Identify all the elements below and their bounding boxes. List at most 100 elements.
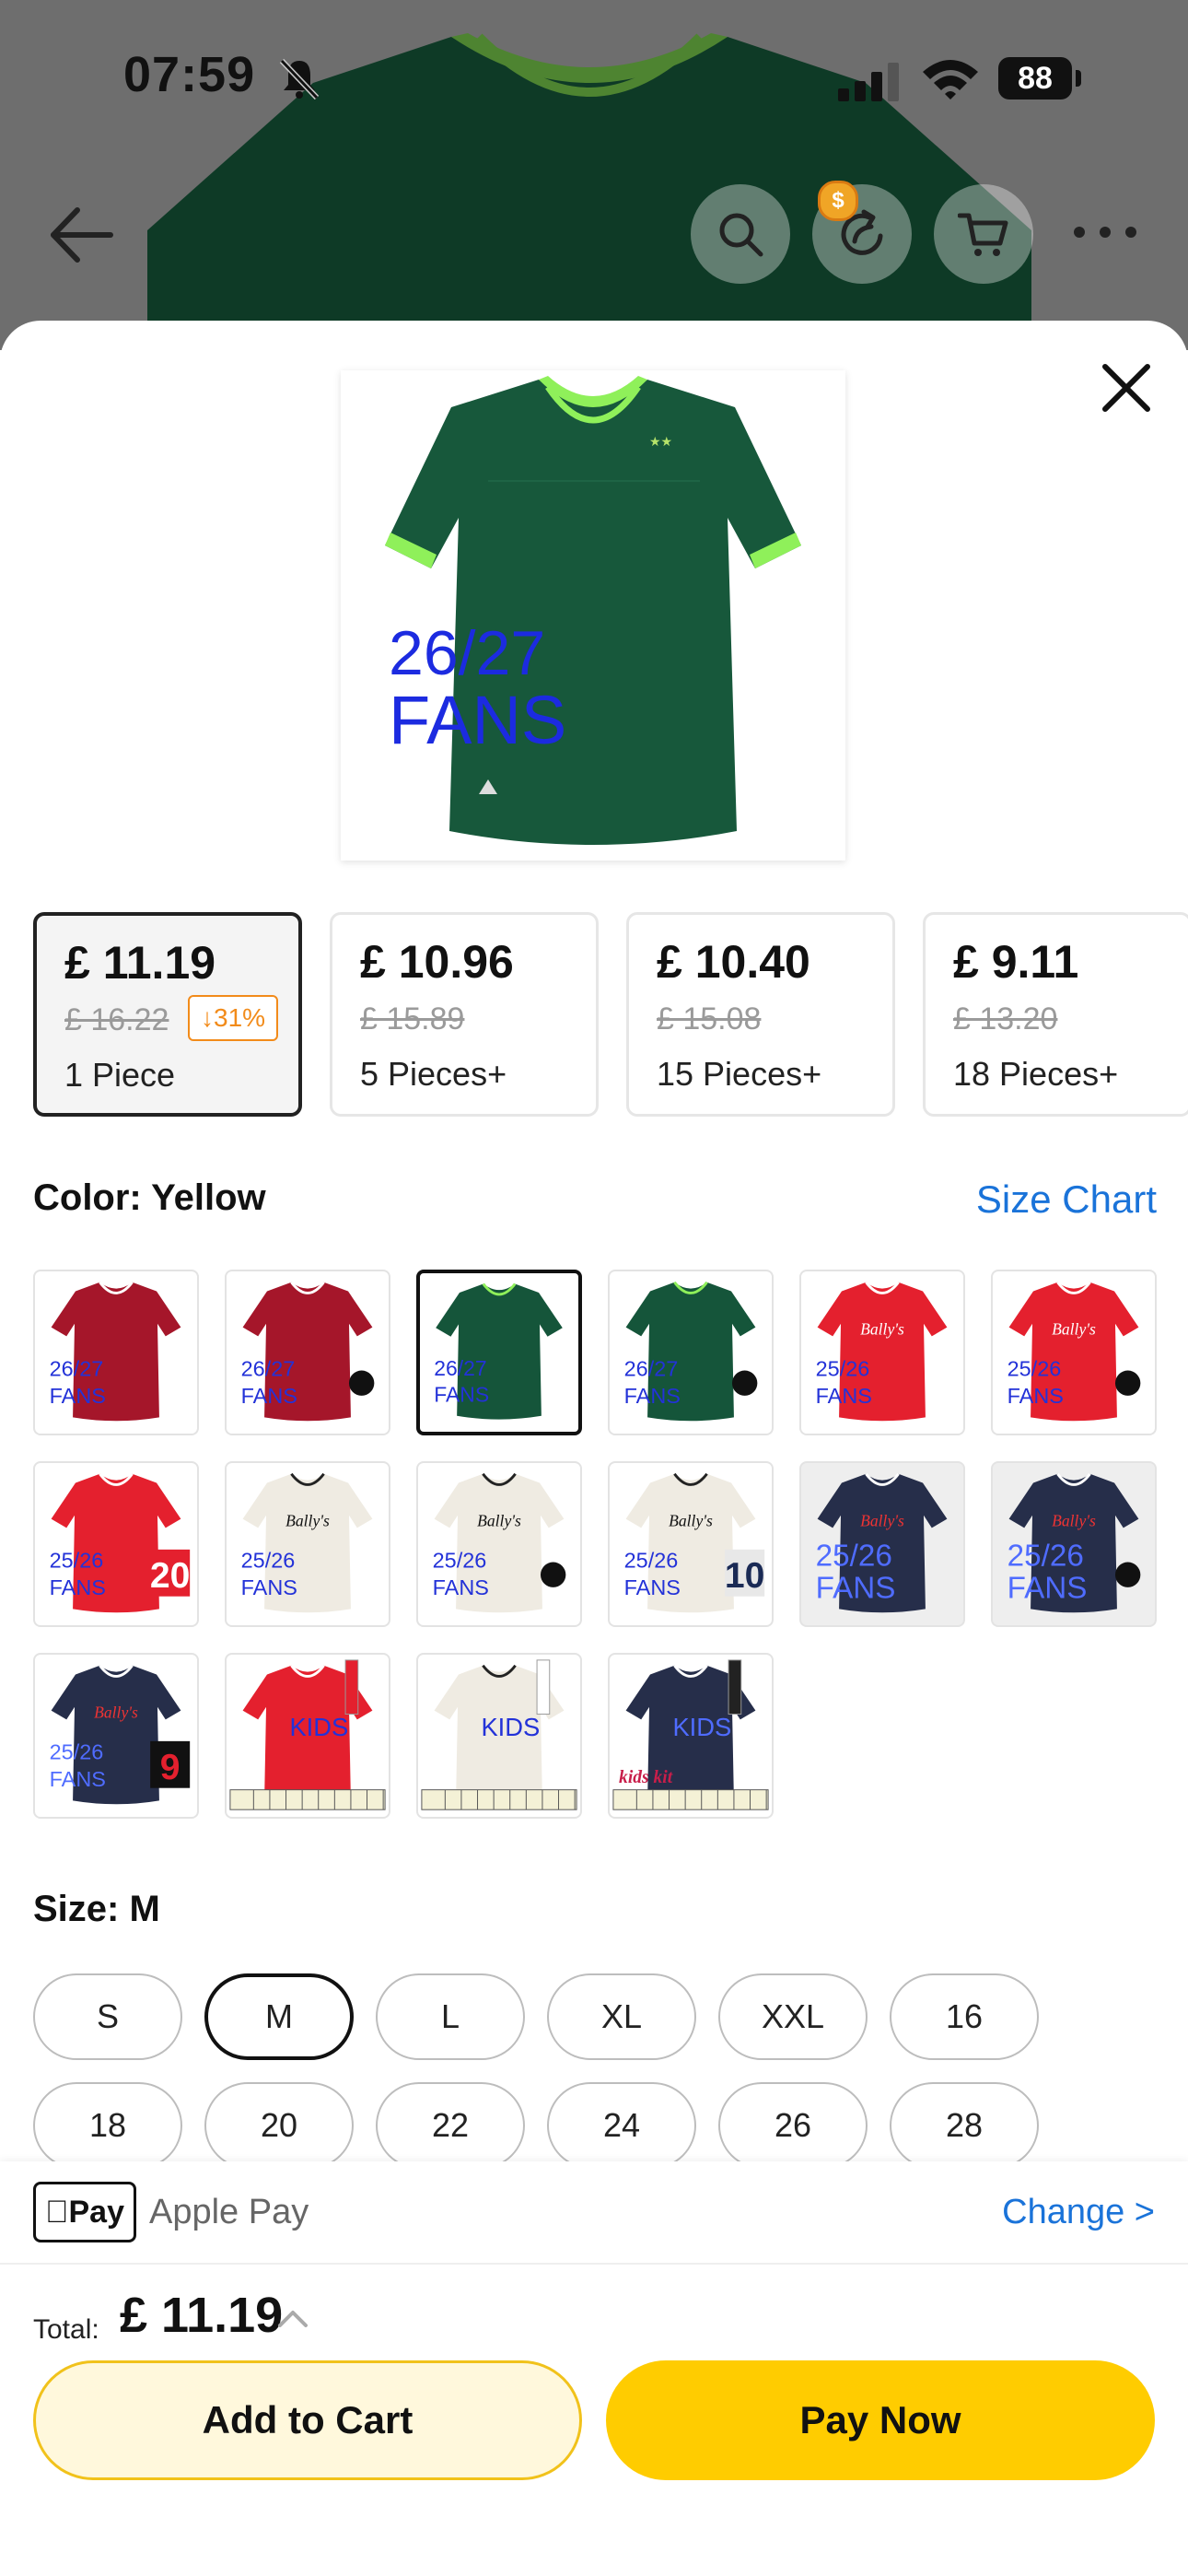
tier-price: £ 10.96 xyxy=(360,936,514,988)
size-option-28[interactable]: 28 xyxy=(890,2082,1039,2169)
swatch-label-text: 25/26 xyxy=(816,1356,870,1380)
payment-method-row[interactable]: Pay Apple Pay Change > xyxy=(0,2161,1188,2265)
swatch-label-text: FANS xyxy=(241,1575,297,1599)
color-swatch[interactable]: Bally's 25/26 FANS xyxy=(225,1461,390,1627)
swatch-label-text: FANS xyxy=(816,1572,896,1606)
product-image[interactable]: ★★ 26/27 FANS xyxy=(341,370,845,861)
swatch-sponsor-text: Bally's xyxy=(94,1703,138,1721)
color-swatch[interactable]: Bally's 25/26 FANS 9 xyxy=(33,1653,199,1819)
color-swatch[interactable]: KIDS xyxy=(416,1653,582,1819)
color-swatch[interactable]: 26/27 FANS xyxy=(33,1270,199,1435)
wifi-icon xyxy=(923,60,978,100)
swatch-label-text: KIDS xyxy=(672,1713,731,1741)
cellular-signal-icon xyxy=(838,63,899,101)
color-swatch[interactable]: Bally's 25/26 FANS xyxy=(416,1461,582,1627)
tier-quantity: 1 Piece xyxy=(64,1056,176,1094)
cart-button[interactable] xyxy=(934,184,1033,284)
size-option-26[interactable]: 26 xyxy=(718,2082,868,2169)
discount-badge: ↓31% xyxy=(188,995,279,1041)
swatch-label-text: FANS xyxy=(50,1767,106,1791)
change-payment-link[interactable]: Change > xyxy=(1002,2193,1155,2232)
tier-old-price: £ 15.89 xyxy=(360,1001,465,1036)
size-option-22[interactable]: 22 xyxy=(376,2082,525,2169)
size-option-18[interactable]: 18 xyxy=(33,2082,182,2169)
color-header: Color: Yellow Size Chart xyxy=(33,1177,1157,1233)
swatch-label-text: 25/26 xyxy=(1007,1539,1084,1573)
size-option-m[interactable]: M xyxy=(204,1973,354,2060)
size-option-xl[interactable]: XL xyxy=(547,1973,696,2060)
swatch-jersey-image: Bally's 25/26FANS xyxy=(1007,1472,1141,1613)
price-tier-15[interactable]: £ 10.40 £ 15.08 15 Pieces+ xyxy=(626,912,895,1117)
color-swatch[interactable]: Bally's 25/26 FANS xyxy=(799,1270,965,1435)
swatch-label-text: 25/26 xyxy=(433,1548,487,1572)
total-label: Total: xyxy=(33,2314,99,2345)
pay-now-button[interactable]: Pay Now xyxy=(606,2360,1155,2480)
coin-reward-icon: $ xyxy=(818,181,858,221)
swatch-label-text: KIDS xyxy=(481,1713,540,1741)
swatch-label-text: 26/27 xyxy=(434,1356,486,1380)
swatch-label-text: FANS xyxy=(1007,1572,1088,1606)
color-swatch[interactable]: 25/26 FANS 20 xyxy=(33,1461,199,1627)
tier-price: £ 10.40 xyxy=(657,936,810,988)
swatch-label-text: FANS xyxy=(1007,1384,1064,1408)
color-swatch[interactable]: KIDS xyxy=(225,1653,390,1819)
swatch-jersey-image: Bally's 25/26 FANS 10 xyxy=(624,1472,765,1613)
swatch-label-text: 25/26 xyxy=(50,1739,104,1763)
jersey-edition-text: FANS xyxy=(389,682,566,758)
color-swatch[interactable]: Bally's 25/26 FANS xyxy=(991,1461,1157,1627)
color-swatch[interactable]: 26/27 FANS xyxy=(608,1270,774,1435)
price-tier-18[interactable]: £ 9.11 £ 13.20 18 Pieces+ xyxy=(923,912,1188,1117)
size-option-xxl[interactable]: XXL xyxy=(718,1973,868,2060)
back-arrow-icon[interactable] xyxy=(44,193,127,276)
tier-old-price: £ 16.22 xyxy=(64,1002,169,1037)
swatch-number-text: 10 xyxy=(725,1556,765,1596)
chevron-up-icon[interactable] xyxy=(274,2303,311,2331)
price-tier-1[interactable]: £ 11.19 £ 16.22 ↓31% 1 Piece xyxy=(33,912,302,1117)
status-time: 07:59 xyxy=(123,47,256,102)
swatch-jersey-image: Bally's 25/26FANS xyxy=(816,1472,948,1613)
league-badge-icon xyxy=(1114,1562,1141,1587)
swatch-label-text: FANS xyxy=(434,1383,489,1407)
size-chart-link[interactable]: Size Chart xyxy=(976,1177,1157,1222)
size-label: Size: M xyxy=(33,1889,160,1929)
color-swatch[interactable]: Bally's 25/26 FANS xyxy=(799,1461,965,1627)
apple-pay-badge: Pay xyxy=(33,2182,136,2242)
swatch-sponsor-text: Bally's xyxy=(860,1319,904,1338)
swatch-jersey-image: 26/27 FANS xyxy=(50,1281,181,1422)
tier-old-price: £ 15.08 xyxy=(657,1001,762,1036)
color-swatch[interactable]: kids kit KIDS xyxy=(608,1653,774,1819)
product-jersey-image: ★★ 26/27 FANS xyxy=(385,376,801,845)
swatch-number-text: 20 xyxy=(150,1556,191,1596)
color-swatch[interactable]: Bally's 25/26 FANS 10 xyxy=(608,1461,774,1627)
tier-quantity: 18 Pieces+ xyxy=(953,1055,1119,1093)
bell-muted-icon xyxy=(279,58,320,100)
swatch-label-text: FANS xyxy=(50,1384,106,1408)
search-button[interactable] xyxy=(691,184,790,284)
size-option-16[interactable]: 16 xyxy=(890,1973,1039,2060)
apple-logo-icon:  xyxy=(45,2195,69,2230)
league-badge-icon xyxy=(731,1370,758,1396)
color-swatch[interactable]: 26/27 FANS xyxy=(225,1270,390,1435)
price-tier-5[interactable]: £ 10.96 £ 15.89 5 Pieces+ xyxy=(330,912,599,1117)
size-table-strip xyxy=(421,1789,577,1810)
checkout-bar: Pay Apple Pay Change > Total: £ 11.19 A… xyxy=(0,2161,1188,2576)
swatch-jersey-image: KIDS xyxy=(421,1659,577,1810)
add-to-cart-button[interactable]: Add to Cart xyxy=(33,2360,582,2480)
battery-level: 88 xyxy=(998,57,1072,100)
swatch-number-text: 9 xyxy=(160,1748,181,1787)
swatch-label-text: FANS xyxy=(624,1575,681,1599)
swatch-jersey-image: 26/27 FANS xyxy=(241,1281,375,1422)
swatch-label-text: KIDS xyxy=(289,1713,348,1741)
swatch-label-text: 25/26 xyxy=(1007,1356,1062,1380)
color-swatch[interactable]: Bally's 25/26 FANS xyxy=(991,1270,1157,1435)
size-option-20[interactable]: 20 xyxy=(204,2082,354,2169)
more-options-icon[interactable] xyxy=(1068,214,1142,251)
cart-icon xyxy=(958,213,1008,256)
close-icon[interactable] xyxy=(1096,357,1157,418)
color-swatch[interactable]: 26/27 FANS xyxy=(416,1270,582,1435)
swatch-label-text: 25/26 xyxy=(624,1548,679,1572)
size-option-l[interactable]: L xyxy=(376,1973,525,2060)
size-option-s[interactable]: S xyxy=(33,1973,182,2060)
size-option-24[interactable]: 24 xyxy=(547,2082,696,2169)
swatch-jersey-image: KIDS xyxy=(229,1659,386,1810)
